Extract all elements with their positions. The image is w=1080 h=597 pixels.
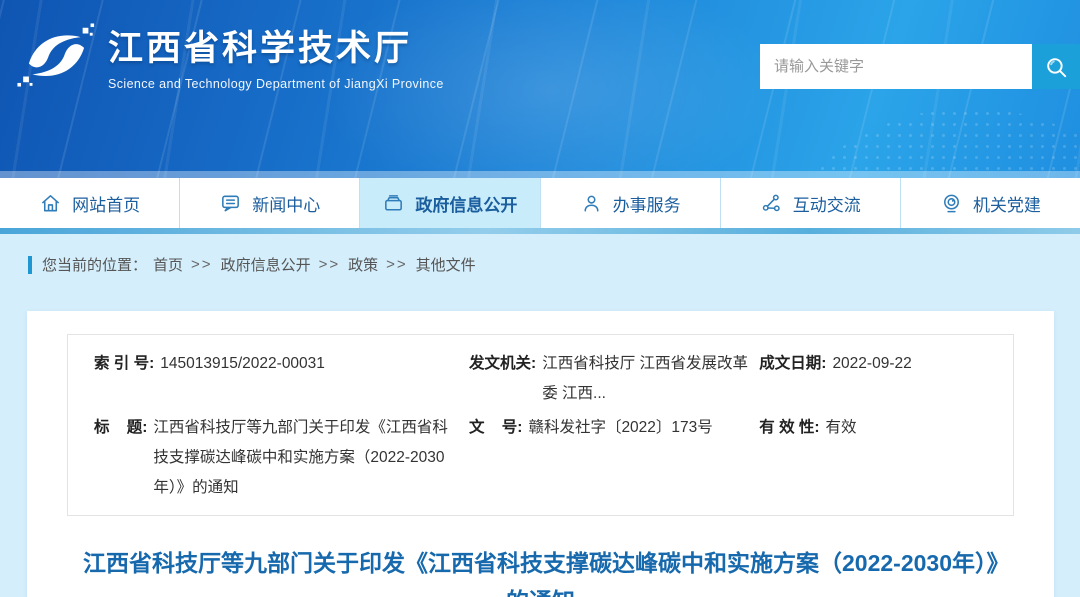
search-bar [760,44,1080,89]
doc-field-issuing-agency: 发文机关: 江西省科技厅 江西省发展改革委 江西... [469,349,759,409]
site-header: 江西省科学技术厅 Science and Technology Departme… [0,0,1080,178]
party-icon [940,192,963,215]
nav-item-gov-info[interactable]: 政府信息公开 [360,178,540,228]
article-title: 江西省科技厅等九部门关于印发《江西省科技支撑碳达峰碳中和实施方案（2022-20… [83,544,998,597]
search-input[interactable] [760,44,1032,89]
breadcrumb-link-home[interactable]: 首页 [153,254,183,275]
content-panel: 索 引 号: 145013915/2022-00031 发文机关: 江西省科技厅… [27,311,1054,597]
doc-field-label: 索 引 号: [94,349,154,409]
nav-item-news[interactable]: 新闻中心 [180,178,360,228]
site-title-english: Science and Technology Department of Jia… [108,77,444,91]
breadcrumb-link-gov-info[interactable]: 政府信息公开 [221,254,311,275]
site-brand: 江西省科学技术厅 Science and Technology Departme… [16,18,444,92]
nav-item-party[interactable]: 机关党建 [901,178,1080,228]
nav-item-label: 政府信息公开 [415,191,517,216]
nav-item-label: 新闻中心 [252,191,320,216]
doc-field-validity: 有 效 性: 有效 [759,413,987,503]
doc-field-index-number: 索 引 号: 145013915/2022-00031 [94,349,469,409]
search-button[interactable] [1032,44,1080,89]
doc-field-label: 文 号: [469,413,522,503]
doc-field-title: 标 题: 江西省科技厅等九部门关于印发《江西省科技支撑碳达峰碳中和实施方案（20… [94,413,469,503]
breadcrumb-separator: >> [319,256,341,273]
share-icon [760,192,783,215]
breadcrumb-bar-decoration [28,256,32,274]
doc-field-label: 成文日期: [759,349,826,409]
nav-item-label: 互动交流 [793,191,861,216]
breadcrumb-prefix: 您当前的位置： [42,254,147,275]
nav-bottom-strip [0,228,1080,234]
nav-item-label: 网站首页 [72,191,140,216]
site-title: 江西省科学技术厅 [108,20,444,71]
nav-item-services[interactable]: 办事服务 [541,178,721,228]
info-folder-icon [382,192,405,215]
nav-item-home[interactable]: 网站首页 [0,178,180,228]
doc-field-value: 江西省科技厅等九部门关于印发《江西省科技支撑碳达峰碳中和实施方案（2022-20… [153,413,459,503]
nav-item-label: 办事服务 [613,191,681,216]
search-icon [1043,54,1069,80]
doc-field-issue-date: 成文日期: 2022-09-22 [759,349,987,409]
news-icon [219,192,242,215]
doc-field-value: 江西省科技厅 江西省发展改革委 江西... [542,349,749,409]
doc-field-value: 赣科发社字〔2022〕173号 [528,413,712,503]
main-nav: 网站首页 新闻中心 政府信息公开 办事服务 互动交流 [0,178,1080,228]
doc-field-value: 2022-09-22 [832,349,911,409]
breadcrumb: 您当前的位置： 首页 >> 政府信息公开 >> 政策 >> 其他文件 [28,254,1080,275]
person-icon [580,192,603,215]
site-logo-icon [16,18,102,92]
home-icon [39,192,62,215]
doc-field-label: 标 题: [94,413,147,503]
breadcrumb-current: 其他文件 [416,254,476,275]
nav-item-label: 机关党建 [973,191,1041,216]
doc-field-value: 145013915/2022-00031 [160,349,325,409]
breadcrumb-separator: >> [191,256,213,273]
document-info-box: 索 引 号: 145013915/2022-00031 发文机关: 江西省科技厅… [67,334,1014,516]
breadcrumb-separator: >> [386,256,408,273]
breadcrumb-link-policy[interactable]: 政策 [348,254,378,275]
nav-item-interaction[interactable]: 互动交流 [721,178,901,228]
doc-field-label: 发文机关: [469,349,536,409]
doc-field-label: 有 效 性: [759,413,819,503]
header-bottom-sheen [0,171,1080,178]
doc-field-doc-number: 文 号: 赣科发社字〔2022〕173号 [469,413,759,503]
doc-field-value: 有效 [826,413,857,503]
